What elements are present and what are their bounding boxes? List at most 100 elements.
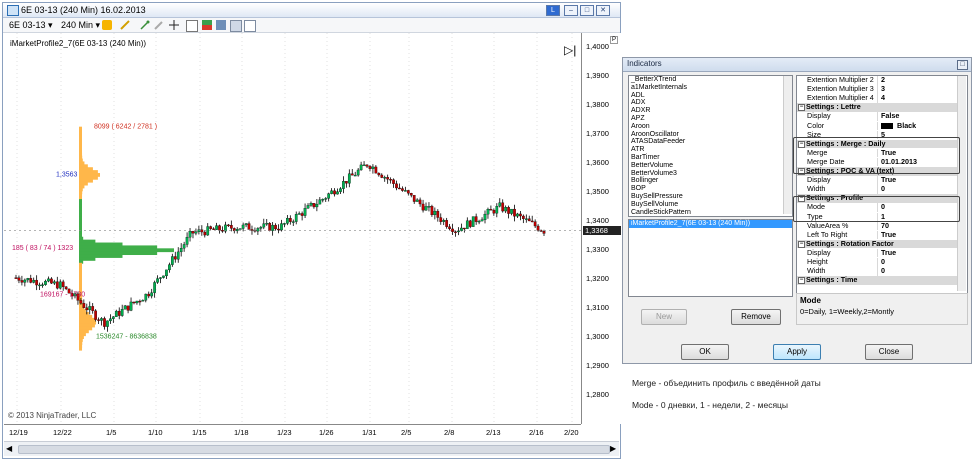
property-category[interactable]: − Settings : Time [797, 276, 957, 285]
indicator-list-item[interactable]: AroonOscillator [629, 131, 792, 139]
property-row[interactable]: Width 0 [797, 184, 957, 194]
property-value[interactable]: 0 [877, 266, 961, 276]
candle-down [55, 281, 59, 289]
property-name: Left To Right [807, 230, 848, 239]
indicator-list-item[interactable]: Bollinger [629, 177, 792, 185]
drawing-tool-icon[interactable] [120, 20, 130, 30]
indicator-list-item[interactable]: BuySellPressure [629, 193, 792, 201]
close-dialog-button[interactable]: Close [865, 344, 913, 360]
candle-down [365, 164, 369, 167]
candle-down [430, 206, 434, 216]
indicator-list-item[interactable]: a1MarketInternals [629, 84, 792, 92]
indicator-list-item[interactable]: APZ [629, 115, 792, 123]
date-axis[interactable]: 12/19 12/22 1/5 1/10 1/15 1/18 1/23 1/26 1/31 2/5… [4, 424, 581, 441]
property-row[interactable]: ValueArea % 70 [797, 221, 957, 231]
indicator-list-item[interactable]: BuySellVolume [629, 201, 792, 209]
property-row[interactable]: Display True [797, 248, 957, 258]
bar-type-icon[interactable] [102, 20, 112, 30]
indicator-list-item[interactable]: BOP [629, 185, 792, 193]
property-row[interactable]: Height 0 [797, 257, 957, 267]
horizontal-scrollbar[interactable]: ◀ ▶ [4, 441, 619, 456]
interval-selector[interactable]: 240 Min ▾ [61, 20, 100, 31]
property-row[interactable]: Extention Multiplier 4 4 [797, 93, 957, 103]
candle-down [527, 218, 531, 222]
scroll-left-icon[interactable]: ◀ [6, 444, 12, 453]
property-value[interactable]: 0 [877, 257, 961, 267]
data-box-icon[interactable] [244, 20, 256, 32]
pin-icon[interactable] [140, 20, 150, 30]
indicator-list-item[interactable]: _BetterXTrend [629, 76, 792, 84]
indicator-list-item[interactable]: BarTimer [629, 154, 792, 162]
property-row[interactable]: Width 0 [797, 266, 957, 276]
indicator-list-item[interactable]: BetterVolume3 [629, 170, 792, 178]
ok-button[interactable]: OK [681, 344, 729, 360]
plot-area[interactable]: 8099 ( 6242 / 2781 ) 1,3563 185 ( 83 / 74 … [4, 33, 581, 424]
close-button[interactable]: ✕ [596, 5, 610, 16]
property-value[interactable]: True [877, 230, 961, 240]
candle-down [277, 228, 280, 231]
property-value-text: Black [897, 120, 917, 130]
property-row[interactable]: Color Black [797, 121, 957, 131]
property-row[interactable]: Display False [797, 112, 957, 121]
property-value[interactable]: True [877, 248, 961, 258]
properties-grid[interactable]: Extention Multiplier 2 2 Extention Multipl… [796, 75, 968, 294]
notes: Merge - объединить профиль с введённой д… [632, 378, 962, 410]
minimize-button[interactable]: – [564, 5, 578, 16]
strategies-icon[interactable] [216, 20, 226, 30]
indicator-list-item[interactable]: ADXR [629, 107, 792, 115]
properties-icon[interactable] [230, 20, 242, 32]
candle-up [100, 318, 103, 321]
indicator-list-item[interactable]: ADX [629, 99, 792, 107]
indicator-list-scrollbar[interactable] [783, 76, 792, 214]
scroll-right-icon[interactable]: ▶ [610, 444, 616, 453]
property-row[interactable]: Extention Multiplier 3 3 [797, 84, 957, 94]
candle-up [442, 220, 446, 222]
property-row[interactable]: Extention Multiplier 2 2 [797, 76, 957, 85]
collapse-toggle-icon[interactable]: − [798, 240, 805, 248]
property-row[interactable]: Display True [797, 175, 957, 185]
property-row[interactable]: Left To Right True [797, 230, 957, 240]
property-value[interactable]: True [877, 175, 961, 185]
indicators-icon[interactable] [202, 20, 212, 30]
indicator-list-item[interactable]: CandleStickPattern [629, 209, 792, 216]
candle-up [215, 225, 218, 230]
property-value[interactable]: Black [877, 120, 961, 131]
candle-up [524, 218, 528, 220]
zoom-icon[interactable] [186, 20, 198, 32]
collapse-toggle-icon[interactable]: − [798, 277, 805, 285]
price-axis[interactable]: P 1,4000 1,3900 1,3800 1,3700 1,3600 1,3500 1,… [581, 33, 621, 424]
candle-up [265, 223, 269, 225]
dialog-close-icon[interactable]: □ [957, 60, 968, 70]
chart-link-button[interactable]: L [546, 5, 560, 16]
eraser-icon[interactable] [154, 20, 164, 30]
property-category[interactable]: − Settings : Rotation Factor [797, 239, 957, 249]
applied-indicator-item[interactable]: iMarketProfile2_7(6E 03-13 (240 Min)) [629, 220, 792, 228]
collapse-toggle-icon[interactable]: − [798, 104, 805, 112]
indicator-list-item[interactable]: Aroon [629, 123, 792, 131]
property-category[interactable]: − Settings : Lettre [797, 103, 957, 112]
property-value[interactable]: 4 [877, 93, 961, 103]
maximize-button[interactable]: □ [580, 5, 594, 16]
indicator-list-item[interactable]: ATASDataFeeder [629, 138, 792, 146]
apply-button[interactable]: Apply [773, 344, 821, 360]
crosshair-icon[interactable] [169, 20, 179, 30]
property-value[interactable]: 3 [877, 84, 961, 94]
property-value[interactable]: 0 [877, 184, 961, 194]
instrument-selector[interactable]: 6E 03-13 ▾ [9, 20, 53, 31]
indicator-list-item[interactable]: ATR [629, 146, 792, 154]
candle-up [415, 199, 419, 202]
indicator-list[interactable]: _BetterXTrend a1MarketInternals ADL ADX ADXR… [628, 75, 793, 217]
new-button[interactable]: New [641, 309, 687, 325]
remove-button[interactable]: Remove [731, 309, 781, 325]
indicator-list-item[interactable]: ADL [629, 92, 792, 100]
indicator-list-item[interactable]: BetterVolume [629, 162, 792, 170]
chart-end-icon[interactable]: ▷| [564, 43, 576, 57]
property-value[interactable]: 2 [877, 76, 961, 85]
candle-up [424, 206, 428, 211]
properties-scrollbar[interactable] [957, 76, 966, 291]
scroll-thumb[interactable] [18, 445, 610, 454]
property-value[interactable]: False [877, 112, 961, 121]
applied-indicators-list[interactable]: iMarketProfile2_7(6E 03-13 (240 Min)) [628, 219, 793, 297]
candle-down [448, 226, 451, 230]
candle-up [297, 213, 301, 215]
